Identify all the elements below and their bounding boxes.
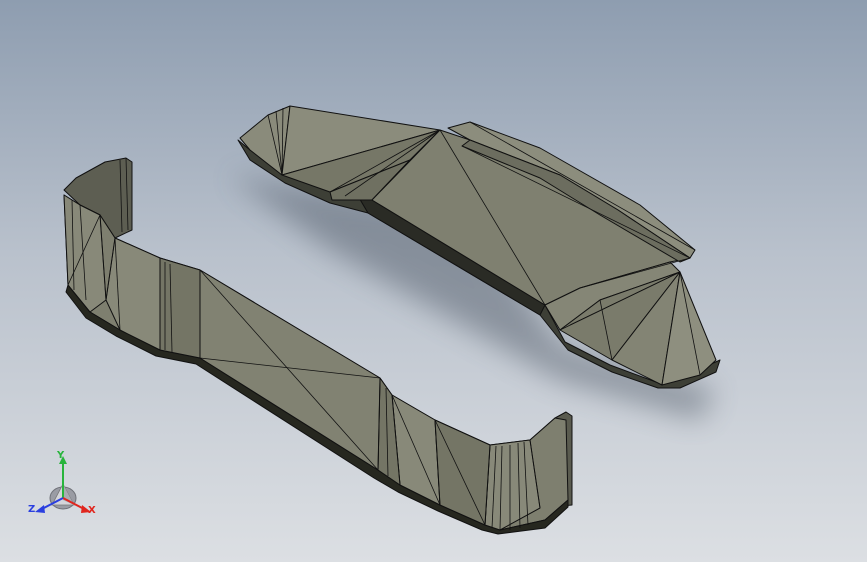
graphics-viewport[interactable]: Y X Z (0, 0, 867, 562)
triad-z-label: Z (28, 504, 36, 515)
model-view[interactable] (0, 0, 867, 562)
coordinate-triad[interactable]: Y X Z (26, 448, 106, 522)
triad-x-label: X (88, 505, 96, 516)
triad-y-label: Y (57, 450, 65, 461)
